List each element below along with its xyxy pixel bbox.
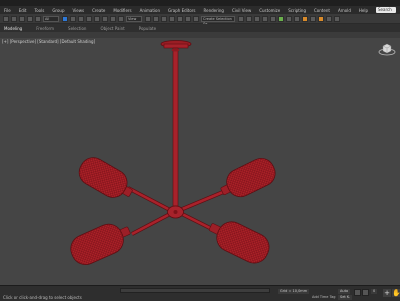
- go-to-start-icon[interactable]: [354, 289, 361, 296]
- auto-key-button[interactable]: Auto: [338, 289, 351, 294]
- arm-back-right: [179, 188, 229, 212]
- tab-selection[interactable]: Selection: [68, 26, 86, 31]
- align-icon[interactable]: [246, 15, 252, 22]
- menu-animation[interactable]: Animation: [140, 8, 160, 13]
- status-bar: Click or click-and-drag to select object…: [0, 285, 400, 301]
- tab-populate[interactable]: Populate: [139, 26, 156, 31]
- reference-coordinate-dropdown[interactable]: View: [126, 15, 142, 22]
- pan-icon[interactable]: ✋: [392, 289, 400, 297]
- arm-front-right: [181, 212, 215, 232]
- add-time-tag-button[interactable]: Add Time Tag: [312, 295, 336, 299]
- menu-views[interactable]: Views: [73, 8, 85, 13]
- arm-front-left: [131, 212, 171, 236]
- center-rod: [172, 47, 179, 207]
- percent-snap-icon[interactable]: [177, 15, 183, 22]
- render-production-icon[interactable]: [318, 15, 324, 22]
- lamp-front-left: [70, 223, 131, 266]
- ribbon-tabs: Modeling Freeform Selection Object Paint…: [0, 24, 400, 32]
- spinner-snap-icon[interactable]: [185, 15, 191, 22]
- edit-named-selection-icon[interactable]: [193, 15, 199, 22]
- menu-create[interactable]: Create: [92, 8, 105, 13]
- menu-civil-view[interactable]: Civil View: [232, 8, 251, 13]
- pivot-center-icon[interactable]: [145, 15, 151, 22]
- canopy-rim: [163, 43, 189, 49]
- render-setup-icon[interactable]: [302, 15, 308, 22]
- menu-group[interactable]: Group: [52, 8, 64, 13]
- menu-rendering[interactable]: Rendering: [204, 8, 224, 13]
- menu-modifiers[interactable]: Modifiers: [113, 8, 131, 13]
- snaps-toggle-icon[interactable]: [161, 15, 167, 22]
- hub-cap: [173, 210, 178, 214]
- status-prompt: Click or click-and-drag to select object…: [3, 295, 82, 300]
- select-by-name-icon[interactable]: [70, 15, 76, 22]
- menu-content[interactable]: Content: [314, 8, 330, 13]
- rod-collar: [171, 48, 180, 52]
- material-editor-icon[interactable]: [294, 15, 300, 22]
- play-icon[interactable]: [362, 289, 369, 296]
- menu-tools[interactable]: Tools: [34, 8, 44, 13]
- lamp-front-right: [208, 221, 270, 264]
- scene-explorer-icon[interactable]: [254, 15, 260, 22]
- tab-modeling[interactable]: Modeling: [4, 26, 22, 31]
- bind-space-warp-icon[interactable]: [35, 15, 41, 22]
- render-in-cloud-icon[interactable]: [326, 15, 332, 22]
- window-crossing-icon[interactable]: [86, 15, 92, 22]
- perspective-viewport[interactable]: [+] [Perspective] [Standard] [Default Sh…: [0, 38, 400, 285]
- time-slider[interactable]: [120, 288, 270, 293]
- a360-gallery-icon[interactable]: [334, 15, 340, 22]
- select-and-rotate-icon[interactable]: [102, 15, 108, 22]
- select-object-icon[interactable]: [62, 15, 68, 22]
- menu-arnold[interactable]: Arnold: [338, 8, 351, 13]
- current-frame-field[interactable]: 0: [371, 289, 378, 294]
- schematic-view-icon[interactable]: [286, 15, 292, 22]
- menu-graph-editors[interactable]: Graph Editors: [168, 8, 195, 13]
- curve-editor-icon[interactable]: [278, 15, 284, 22]
- chandelier-model[interactable]: [0, 38, 400, 285]
- rectangular-selection-icon[interactable]: [78, 15, 84, 22]
- menu-help[interactable]: Help: [359, 8, 368, 13]
- lamp-back-left: [78, 157, 133, 198]
- angle-snap-icon[interactable]: [169, 15, 175, 22]
- zoom-add-icon[interactable]: +: [383, 289, 391, 297]
- selection-filter-dropdown[interactable]: All: [43, 15, 59, 22]
- toggle-ribbon-icon[interactable]: [270, 15, 276, 22]
- undo-icon[interactable]: [3, 15, 9, 22]
- menu-scripting[interactable]: Scripting: [288, 8, 306, 13]
- redo-icon[interactable]: [11, 15, 17, 22]
- main-toolbar: All View Create Selection Se...: [0, 14, 400, 26]
- select-and-scale-icon[interactable]: [110, 15, 116, 22]
- menu-bar: File Edit Tools Group Views Create Modif…: [0, 6, 400, 14]
- grid-readout: Grid = 10,0mm: [278, 289, 310, 294]
- set-key-button[interactable]: Set K.: [338, 295, 353, 300]
- tab-freeform[interactable]: Freeform: [36, 26, 54, 31]
- menu-edit[interactable]: Edit: [19, 8, 27, 13]
- select-and-move-icon[interactable]: [94, 15, 100, 22]
- rendered-frame-window-icon[interactable]: [310, 15, 316, 22]
- layer-explorer-icon[interactable]: [262, 15, 268, 22]
- link-icon[interactable]: [19, 15, 25, 22]
- select-and-place-icon[interactable]: [118, 15, 124, 22]
- keyboard-shortcut-override-icon[interactable]: [153, 15, 159, 22]
- mirror-icon[interactable]: [238, 15, 244, 22]
- menu-customize[interactable]: Customize: [259, 8, 280, 13]
- lamp-back-right: [220, 158, 276, 198]
- arm-back-left: [127, 186, 171, 212]
- unlink-icon[interactable]: [27, 15, 33, 22]
- named-selection-set-dropdown[interactable]: Create Selection Se...: [201, 15, 235, 26]
- menu-file[interactable]: File: [4, 8, 11, 13]
- search-field[interactable]: Search: [376, 7, 396, 13]
- tab-object-paint[interactable]: Object Paint: [100, 26, 124, 31]
